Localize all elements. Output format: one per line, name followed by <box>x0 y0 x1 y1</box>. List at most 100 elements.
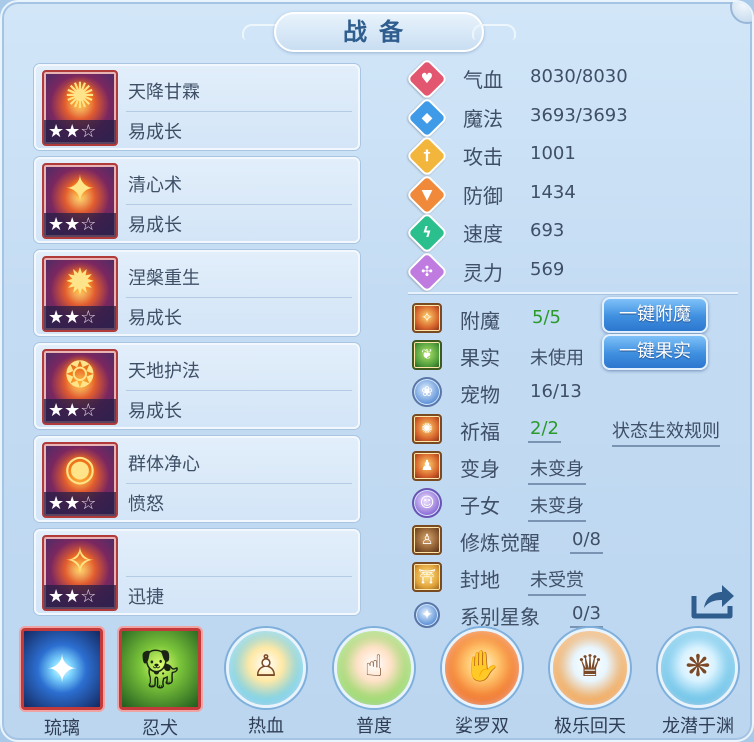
divider <box>126 111 352 112</box>
transform-value[interactable]: 未变身 <box>528 455 586 485</box>
attribute-stats: ♥ 气血 8030/8030 ◆ 魔法 3693/3693 † 攻击 1001 … <box>405 57 738 294</box>
children-label: 子女 <box>460 494 500 518</box>
tab-renquan[interactable]: 🐕︎ 忍犬 <box>112 628 208 740</box>
constellation-value[interactable]: 0/3 <box>570 603 603 628</box>
skill-tab-bar: ✦ 琉璃 🐕︎ 忍犬 ♙ 热血 ☝ 普度 ✋ 娑罗双 ♛ 极乐回天 ❋ 龙潜于渊 <box>2 628 752 740</box>
blessing-label: 祈福 <box>460 420 500 444</box>
transform-icon: ♟ <box>412 451 442 481</box>
cultivation-value[interactable]: 0/8 <box>570 529 603 554</box>
pet-value: 16/13 <box>530 381 582 402</box>
transform-label: 变身 <box>460 457 500 481</box>
divider <box>126 390 352 391</box>
tab-pudu[interactable]: ☝ 普度 <box>326 628 422 738</box>
paw-icon: ❀ <box>412 377 442 407</box>
equipment-icon: ◉ ★★☆ <box>42 442 118 518</box>
equipment-growth: 易成长 <box>128 122 182 143</box>
battle-prep-panel: 战备 ✺ ★★☆ 天降甘霖 易成长 ✦ ★★☆ 清心术 易成长 ✹ ★★☆ 涅槃重生 … <box>0 0 754 742</box>
row-transform: ♟ 变身 未变身 <box>408 448 748 485</box>
stat-label: 攻击 <box>463 145 503 170</box>
blessing-value[interactable]: 2/2 <box>528 418 561 443</box>
blessing-icon: ✺ <box>412 414 442 444</box>
child-icon: ☺ <box>412 488 442 518</box>
mana-icon: ◆ <box>405 96 449 139</box>
fief-label: 封地 <box>460 568 500 592</box>
stat-speed: ϟ 速度 693 <box>405 212 738 255</box>
row-pet: ❀ 宠物 16/13 <box>408 374 748 411</box>
tab-jilehuitian[interactable]: ♛ 极乐回天 <box>542 628 638 738</box>
tab-suoluoshuang[interactable]: ✋ 娑罗双 <box>434 628 530 738</box>
title-ornament-right <box>472 24 516 40</box>
enchant-value: 5/5 <box>532 307 561 328</box>
tab-liuli[interactable]: ✦ 琉璃 <box>14 628 110 740</box>
tab-label: 极乐回天 <box>554 716 626 737</box>
tab-label: 娑罗双 <box>455 716 509 737</box>
row-enchant: ✧ 附魔 5/5 一键附魔 <box>408 297 748 337</box>
divider <box>408 292 738 294</box>
equipment-card[interactable]: ✧ ★★☆ 迅捷 <box>34 529 360 615</box>
stat-value: 8030/8030 <box>530 66 628 87</box>
star-rating: ★★☆ <box>44 585 116 609</box>
stat-label: 气血 <box>463 68 503 92</box>
one-click-fruit-button[interactable]: 一键果实 <box>602 334 708 370</box>
stat-spirit: ✣ 灵力 569 <box>405 250 738 294</box>
equipment-icon: ❂ ★★☆ <box>42 349 118 425</box>
constellation-label: 系别星象 <box>460 605 540 629</box>
stat-mana: ◆ 魔法 3693/3693 <box>405 96 738 139</box>
equipment-icon: ✦ ★★☆ <box>42 163 118 239</box>
close-button[interactable] <box>730 2 752 24</box>
star-rating: ★★☆ <box>44 399 116 423</box>
lightning-icon: ϟ <box>405 212 449 255</box>
fief-value[interactable]: 未受赏 <box>528 566 586 596</box>
equipment-name: 涅槃重生 <box>128 268 200 289</box>
row-blessing: ✺ 祈福 2/2 状态生效规则 <box>408 411 748 448</box>
one-click-enchant-button[interactable]: 一键附魔 <box>602 297 708 333</box>
row-fruit: ❦ 果实 未使用 一键果实 <box>408 334 748 374</box>
children-value[interactable]: 未变身 <box>528 492 586 522</box>
divider <box>126 483 352 484</box>
stat-defense: ▼ 防御 1434 <box>405 173 738 216</box>
divider <box>126 297 352 298</box>
tab-longqianyuyuan[interactable]: ❋ 龙潜于渊 <box>650 628 746 738</box>
stat-value: 1434 <box>530 181 576 203</box>
tab-label: 普度 <box>356 716 392 737</box>
equipment-card[interactable]: ◉ ★★☆ 群体净心 愤怒 <box>34 436 360 522</box>
stat-label: 灵力 <box>463 260 503 285</box>
dragon-icon: ❋ <box>658 628 738 708</box>
equipment-list: ✺ ★★☆ 天降甘霖 易成长 ✦ ★★☆ 清心术 易成长 ✹ ★★☆ 涅槃重生 易成长… <box>34 64 362 622</box>
page-title: 战备 <box>274 12 484 52</box>
share-icon[interactable] <box>690 582 738 622</box>
equipment-icon: ✹ ★★☆ <box>42 256 118 332</box>
tab-label: 琉璃 <box>44 714 80 740</box>
equipment-card[interactable]: ❂ ★★☆ 天地护法 易成长 <box>34 343 360 429</box>
light-orb-icon: ✦ <box>21 628 103 710</box>
equipment-card[interactable]: ✺ ★★☆ 天降甘霖 易成长 <box>34 64 360 150</box>
fruit-label: 果实 <box>460 346 500 370</box>
spirit-icon: ✣ <box>405 250 449 294</box>
tab-rexue[interactable]: ♙ 热血 <box>218 628 314 738</box>
cultivation-label: 修炼觉醒 <box>460 531 540 555</box>
divider <box>126 576 352 577</box>
row-children: ☺ 子女 未变身 <box>408 485 748 522</box>
sword-icon: † <box>405 134 449 178</box>
shield-icon: ▼ <box>405 173 449 216</box>
star-icon: ✦ <box>414 602 440 628</box>
equipment-card[interactable]: ✹ ★★☆ 涅槃重生 易成长 <box>34 250 360 336</box>
meditation-icon: ♙ <box>412 525 442 555</box>
status-rules-link[interactable]: 状态生效规则 <box>612 417 720 447</box>
star-rating: ★★☆ <box>44 120 116 144</box>
row-cultivation: ♙ 修炼觉醒 0/8 <box>408 522 748 559</box>
star-rating: ★★☆ <box>44 213 116 237</box>
hand-gesture-icon: ☝ <box>334 628 414 708</box>
equipment-growth: 易成长 <box>128 401 182 422</box>
stat-label: 魔法 <box>463 106 503 131</box>
equipment-growth: 愤怒 <box>128 494 164 515</box>
equipment-card[interactable]: ✦ ★★☆ 清心术 易成长 <box>34 157 360 243</box>
stat-value: 693 <box>530 220 565 242</box>
equipment-growth: 迅捷 <box>128 587 164 608</box>
tab-label: 忍犬 <box>142 714 178 740</box>
gate-icon: ⛩ <box>412 562 442 592</box>
fruit-icon: ❦ <box>412 340 442 370</box>
equipment-growth: 易成长 <box>128 308 182 329</box>
monk-icon: ♙ <box>226 628 306 708</box>
star-rating: ★★☆ <box>44 492 116 516</box>
